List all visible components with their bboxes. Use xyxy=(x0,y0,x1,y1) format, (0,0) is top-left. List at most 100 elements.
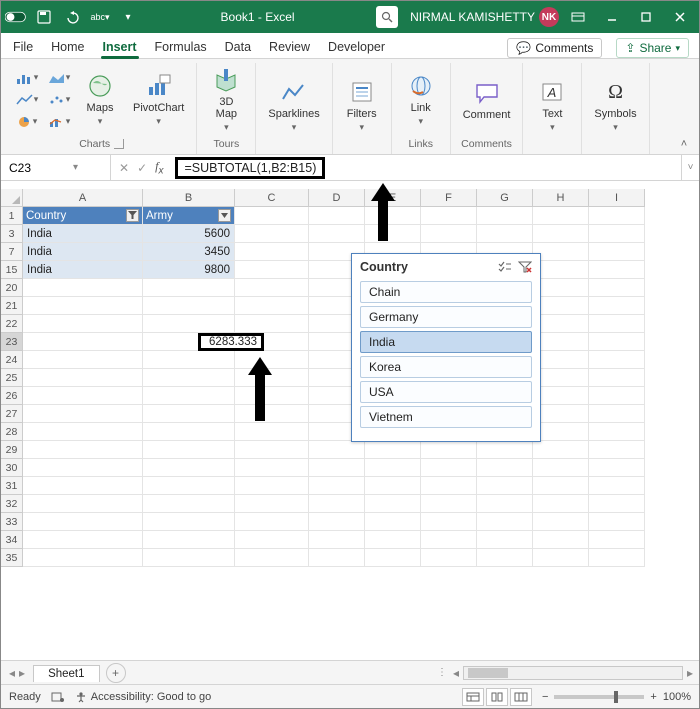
cell[interactable] xyxy=(477,459,533,477)
cell[interactable] xyxy=(143,495,235,513)
rowhdr[interactable]: 26 xyxy=(1,387,23,405)
horizontal-scrollbar[interactable] xyxy=(463,666,683,680)
cell[interactable] xyxy=(589,423,645,441)
cell[interactable] xyxy=(23,279,143,297)
cell[interactable] xyxy=(533,423,589,441)
chart-pie-icon[interactable]: ▾ xyxy=(13,112,41,132)
hscroll-left-icon[interactable]: ◂ xyxy=(453,666,459,680)
cell[interactable] xyxy=(235,315,309,333)
slicer-item[interactable]: Korea xyxy=(360,356,532,378)
share-button[interactable]: ⇪Share▾ xyxy=(616,38,689,58)
rowhdr[interactable]: 25 xyxy=(1,369,23,387)
cell[interactable] xyxy=(235,477,309,495)
cell[interactable] xyxy=(143,351,235,369)
rowhdr[interactable]: 28 xyxy=(1,423,23,441)
cell[interactable] xyxy=(477,441,533,459)
cell[interactable] xyxy=(421,477,477,495)
save-icon[interactable] xyxy=(33,6,55,28)
fx-icon[interactable]: fx xyxy=(155,159,163,176)
enter-icon[interactable]: ✓ xyxy=(137,161,147,175)
cell[interactable] xyxy=(23,405,143,423)
cell[interactable] xyxy=(309,477,365,495)
cell[interactable] xyxy=(589,297,645,315)
cell[interactable] xyxy=(309,495,365,513)
slicer-item[interactable]: Chain xyxy=(360,281,532,303)
zoom-out-icon[interactable]: − xyxy=(542,691,548,703)
tab-split-icon[interactable]: ⋮ xyxy=(437,667,447,678)
cell[interactable] xyxy=(23,423,143,441)
slicer-item[interactable]: USA xyxy=(360,381,532,403)
3d-map-button[interactable]: 3D Map▾ xyxy=(203,64,249,135)
tab-data[interactable]: Data xyxy=(223,36,253,58)
cell[interactable] xyxy=(533,477,589,495)
cell[interactable] xyxy=(533,333,589,351)
cell[interactable] xyxy=(589,387,645,405)
slicer-item[interactable]: Vietnem xyxy=(360,406,532,428)
cell[interactable] xyxy=(477,495,533,513)
cell[interactable] xyxy=(365,531,421,549)
colhdr-i[interactable]: I xyxy=(589,189,645,207)
cell[interactable] xyxy=(143,513,235,531)
cell[interactable] xyxy=(143,405,235,423)
avatar[interactable]: NK xyxy=(539,7,559,27)
zoom-in-icon[interactable]: + xyxy=(650,691,656,703)
cancel-icon[interactable]: ✕ xyxy=(119,161,129,175)
comment-button[interactable]: Comment xyxy=(457,77,517,123)
qat-more-icon[interactable]: abc▾ xyxy=(89,6,111,28)
sheet-nav-prev-icon[interactable]: ◂ xyxy=(9,666,15,680)
name-box-input[interactable] xyxy=(7,160,67,176)
link-button[interactable]: Link▾ xyxy=(398,70,444,129)
ribbon-display-icon[interactable] xyxy=(563,1,593,33)
cell[interactable] xyxy=(143,531,235,549)
cell-country[interactable]: India xyxy=(23,225,143,243)
cell[interactable] xyxy=(533,387,589,405)
tab-developer[interactable]: Developer xyxy=(326,36,387,58)
cell[interactable] xyxy=(235,279,309,297)
slicer-item[interactable]: Germany xyxy=(360,306,532,328)
rowhdr[interactable]: 23 xyxy=(1,333,23,351)
charts-launcher-icon[interactable] xyxy=(114,139,124,149)
cell[interactable] xyxy=(421,459,477,477)
colhdr-f[interactable]: F xyxy=(421,189,477,207)
pivotchart-button[interactable]: PivotChart▾ xyxy=(127,70,190,129)
cell[interactable] xyxy=(589,369,645,387)
cell[interactable] xyxy=(235,495,309,513)
cell-army[interactable]: 3450 xyxy=(143,243,235,261)
sparklines-button[interactable]: Sparklines▾ xyxy=(262,76,325,135)
cell[interactable] xyxy=(143,297,235,315)
cell[interactable] xyxy=(533,315,589,333)
cell[interactable] xyxy=(365,495,421,513)
cell[interactable] xyxy=(143,369,235,387)
cell[interactable] xyxy=(589,279,645,297)
colhdr-g[interactable]: G xyxy=(477,189,533,207)
tab-file[interactable]: File xyxy=(11,36,35,58)
autosave-toggle[interactable] xyxy=(5,6,27,28)
cell[interactable] xyxy=(589,477,645,495)
cell[interactable] xyxy=(533,495,589,513)
rowhdr[interactable]: 24 xyxy=(1,351,23,369)
tab-insert[interactable]: Insert xyxy=(101,36,139,58)
cell[interactable] xyxy=(589,459,645,477)
rowhdr[interactable]: 15 xyxy=(1,261,23,279)
cell[interactable] xyxy=(23,441,143,459)
result-cell[interactable]: 6283.333 xyxy=(198,333,264,351)
table-header-army[interactable]: Army xyxy=(143,207,235,225)
cell[interactable] xyxy=(235,405,309,423)
chart-bar-icon[interactable]: ▾ xyxy=(13,68,41,88)
cell[interactable] xyxy=(533,369,589,387)
cell[interactable] xyxy=(143,459,235,477)
cell[interactable] xyxy=(143,423,235,441)
cell[interactable] xyxy=(235,297,309,315)
comments-button[interactable]: 💬Comments xyxy=(507,38,602,58)
slicer-country[interactable]: Country Chain Germany India Korea USA Vi… xyxy=(351,253,541,442)
chart-area-icon[interactable]: ▾ xyxy=(45,68,73,88)
cell[interactable] xyxy=(143,279,235,297)
cell[interactable] xyxy=(365,441,421,459)
colhdr-b[interactable]: B xyxy=(143,189,235,207)
cell[interactable] xyxy=(533,549,589,567)
zoom-value[interactable]: 100% xyxy=(663,691,691,703)
tab-formulas[interactable]: Formulas xyxy=(153,36,209,58)
cell[interactable] xyxy=(589,405,645,423)
filters-button[interactable]: Filters▾ xyxy=(339,76,385,135)
cell-army[interactable]: 5600 xyxy=(143,225,235,243)
